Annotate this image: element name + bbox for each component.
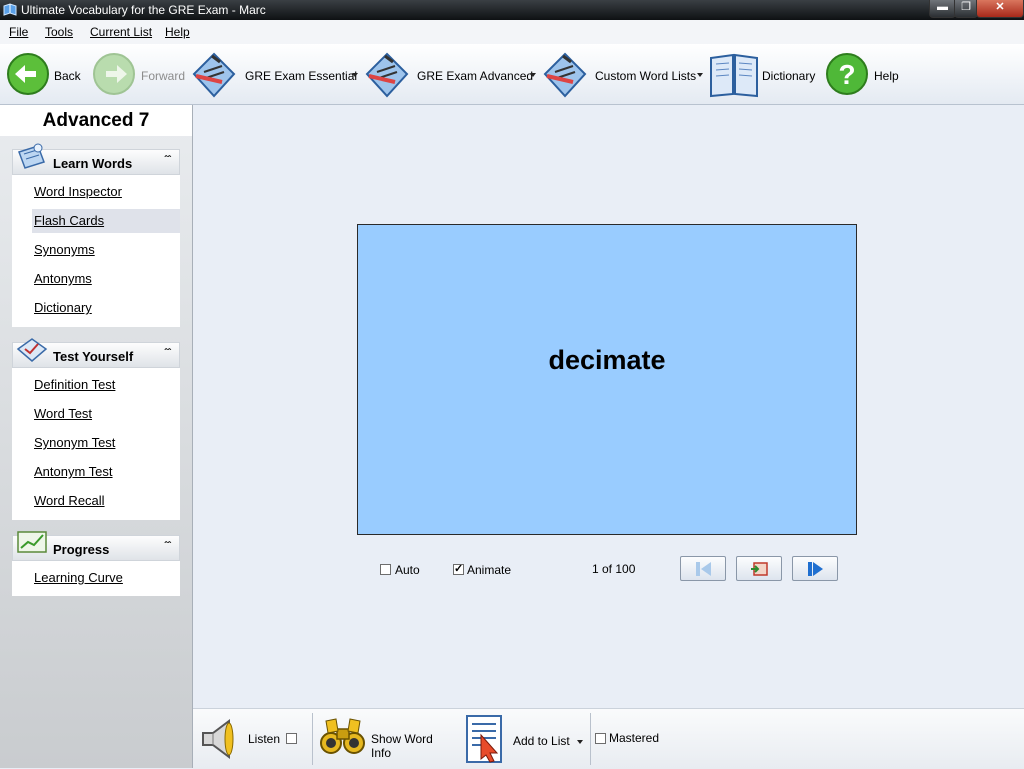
chevron-down-icon <box>577 740 583 744</box>
add-to-list-label: Add to List <box>513 734 570 748</box>
link-dictionary[interactable]: Dictionary <box>34 300 92 315</box>
close-icon: ✕ <box>995 1 1005 13</box>
previous-icon <box>696 562 711 576</box>
listen-label: Listen <box>248 732 281 746</box>
auto-label: Auto <box>395 563 420 577</box>
add-to-list-icon <box>466 715 502 763</box>
toolbar: Back Forward GRE Exam Essential GRE Exam… <box>0 44 1024 105</box>
learn-words-panel: Word Inspector Flash Cards Synonyms Anto… <box>12 175 180 327</box>
title-bar: Ultimate Vocabulary for the GRE Exam - M… <box>0 0 1024 20</box>
link-antonyms[interactable]: Antonyms <box>34 271 92 286</box>
show-word-info-label: Show Word Info <box>371 732 433 760</box>
shuffle-card-button[interactable] <box>736 556 782 581</box>
next-icon <box>808 562 823 576</box>
flash-card[interactable]: decimate <box>357 224 857 535</box>
clipboard-icon <box>543 52 587 98</box>
collapse-chevron-icon[interactable]: ˆˆ <box>164 155 171 166</box>
bottom-bar: Listen Show Word Info Add to List Master… <box>193 708 1024 769</box>
progress-label: Progress <box>53 542 110 557</box>
check-mark-icon: ✓ <box>454 563 464 575</box>
custom-word-lists-label: Custom Word Lists <box>595 69 697 83</box>
forward-label: Forward <box>141 69 186 83</box>
close-button[interactable]: ✕ <box>976 0 1024 18</box>
collapse-chevron-icon[interactable]: ˆˆ <box>164 348 171 359</box>
custom-word-lists-button[interactable]: Custom Word Lists <box>543 52 708 98</box>
link-flash-cards[interactable]: Flash Cards <box>34 213 104 228</box>
gre-advanced-button[interactable]: GRE Exam Advanced <box>365 52 540 98</box>
forward-arrow-icon <box>93 53 135 95</box>
binoculars-icon <box>320 718 365 754</box>
menu-bar: File Tools Current List Help <box>0 20 1024 44</box>
sidebar: Advanced 7 Learn Words ˆˆ Word Inspector… <box>0 105 193 768</box>
show-word-info-button[interactable]: Show Word Info <box>318 715 453 765</box>
link-synonyms[interactable]: Synonyms <box>34 242 95 257</box>
help-button[interactable]: ? Help <box>825 52 900 96</box>
link-antonym-test[interactable]: Antonym Test <box>34 464 113 479</box>
link-word-recall[interactable]: Word Recall <box>34 493 105 508</box>
dictionary-book-icon <box>710 53 758 98</box>
chevron-down-icon <box>352 73 358 77</box>
separator <box>312 713 313 765</box>
test-yourself-icon <box>16 338 48 362</box>
minimize-button[interactable]: ▬ <box>929 0 956 18</box>
clipboard-icon <box>365 52 409 98</box>
forward-button[interactable]: Forward <box>92 52 186 96</box>
collapse-chevron-icon[interactable]: ˆˆ <box>164 541 171 552</box>
dictionary-label: Dictionary <box>762 69 816 83</box>
learn-words-header[interactable]: Learn Words ˆˆ <box>12 143 180 175</box>
chevron-down-icon <box>697 73 703 77</box>
separator <box>590 713 591 765</box>
animate-label: Animate <box>467 563 512 577</box>
shuffle-card-icon <box>751 562 768 576</box>
help-label: Help <box>874 69 899 83</box>
test-yourself-header[interactable]: Test Yourself ˆˆ <box>12 338 180 368</box>
progress-chart-icon <box>17 531 47 553</box>
mastered-label: Mastered <box>609 731 660 745</box>
chevron-down-icon <box>530 73 536 77</box>
learn-words-label: Learn Words <box>53 156 133 171</box>
menu-tools[interactable]: Tools <box>45 25 73 39</box>
listen-button[interactable]: Listen <box>199 715 299 765</box>
progress-header[interactable]: Progress ˆˆ <box>12 531 180 561</box>
help-question-icon: ? <box>826 53 868 95</box>
menu-current-list[interactable]: Current List <box>90 25 152 39</box>
card-word: decimate <box>548 345 666 375</box>
link-synonym-test[interactable]: Synonym Test <box>34 435 115 450</box>
animate-checkbox[interactable]: ✓ <box>453 563 464 575</box>
listen-checkbox[interactable] <box>286 733 297 744</box>
window-title: Ultimate Vocabulary for the GRE Exam - M… <box>21 3 266 17</box>
mastered-checkbox[interactable] <box>595 733 606 744</box>
link-word-inspector[interactable]: Word Inspector <box>34 184 122 199</box>
back-label: Back <box>54 69 81 83</box>
gre-essential-label: GRE Exam Essential <box>245 69 358 83</box>
learn-words-icon <box>18 143 45 169</box>
minimize-icon: ▬ <box>937 1 948 13</box>
link-learning-curve[interactable]: Learning Curve <box>34 570 123 585</box>
link-definition-test[interactable]: Definition Test <box>34 377 115 392</box>
gre-advanced-label: GRE Exam Advanced <box>417 69 534 83</box>
card-counter: 1 of 100 <box>592 562 636 576</box>
previous-card-button[interactable] <box>680 556 726 581</box>
svg-text:?: ? <box>838 59 855 90</box>
list-title: Advanced 7 <box>0 105 192 136</box>
link-word-test[interactable]: Word Test <box>34 406 92 421</box>
menu-help[interactable]: Help <box>165 25 190 39</box>
add-to-list-button[interactable]: Add to List <box>463 713 583 765</box>
back-button[interactable]: Back <box>6 52 84 96</box>
auto-checkbox[interactable] <box>380 564 391 575</box>
restore-icon: ❐ <box>961 1 971 13</box>
app-book-icon <box>3 3 17 16</box>
next-card-button[interactable] <box>792 556 838 581</box>
back-arrow-icon <box>7 53 49 95</box>
speaker-icon <box>202 719 234 759</box>
dictionary-button[interactable]: Dictionary <box>709 52 819 98</box>
restore-button[interactable]: ❐ <box>954 0 978 18</box>
test-yourself-panel: Definition Test Word Test Synonym Test A… <box>12 368 180 520</box>
gre-essential-button[interactable]: GRE Exam Essential <box>192 52 362 98</box>
test-yourself-label: Test Yourself <box>53 349 134 364</box>
clipboard-icon <box>192 52 236 98</box>
progress-panel: Learning Curve <box>12 561 180 596</box>
menu-file[interactable]: File <box>9 25 28 39</box>
